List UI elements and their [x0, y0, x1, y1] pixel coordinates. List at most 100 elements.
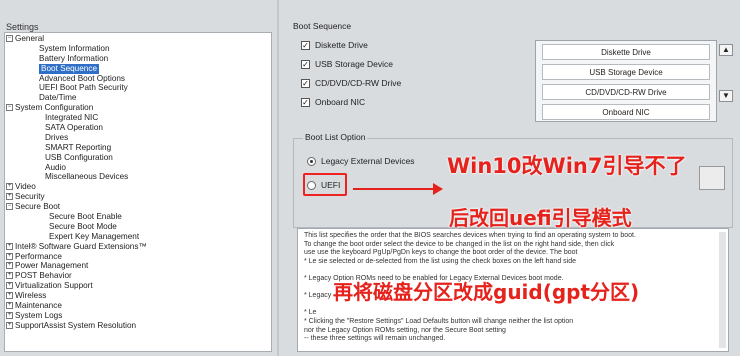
- collapse-icon[interactable]: −: [6, 35, 13, 42]
- expand-icon[interactable]: +: [6, 262, 13, 270]
- expand-icon[interactable]: +: [6, 272, 13, 280]
- description-line: use use the keyboard PgUp/PgDn keys to c…: [304, 249, 578, 257]
- tree-item[interactable]: + Security: [5, 192, 271, 202]
- tree-item[interactable]: − Secure Boot: [5, 202, 271, 212]
- expand-icon[interactable]: +: [6, 302, 13, 310]
- boot-order-list[interactable]: Diskette Drive USB Storage Device CD/DVD…: [535, 40, 717, 122]
- device-label: Onboard NIC: [315, 97, 366, 107]
- description-line: To change the boot order select the devi…: [304, 240, 615, 248]
- description-line: * Le sie selected or de-selected from th…: [304, 257, 576, 265]
- radio-selected-icon[interactable]: [307, 156, 316, 166]
- tree-item[interactable]: − System Configuration: [5, 103, 271, 113]
- checkbox-icon[interactable]: ✓: [301, 78, 310, 88]
- description-scrollbar[interactable]: [719, 232, 726, 348]
- red-arrow-icon: [353, 183, 443, 195]
- tree-item-label: Expert Key Management: [49, 231, 140, 241]
- tree-item-label: SupportAssist System Resolution: [15, 320, 137, 330]
- expand-icon[interactable]: +: [6, 193, 13, 201]
- radio-label: Legacy External Devices: [321, 156, 415, 166]
- annotation-line-1: Win10改Win7引导不了: [447, 154, 687, 178]
- expand-icon[interactable]: +: [6, 321, 13, 329]
- tree-item-label: Wireless: [15, 291, 47, 301]
- tree-item[interactable]: Expert Key Management: [5, 232, 271, 242]
- device-checkbox-diskette[interactable]: ✓ Diskette Drive: [301, 38, 368, 52]
- tree-item[interactable]: + Power Management: [5, 261, 271, 271]
- boot-order-item[interactable]: CD/DVD/CD-RW Drive: [542, 84, 710, 100]
- tree-item-label: System Information: [39, 43, 110, 53]
- boot-order-item[interactable]: Onboard NIC: [542, 104, 710, 120]
- tree-item[interactable]: Battery Information: [5, 54, 271, 64]
- tree-item-label: Intel® Software Guard Extensions™: [15, 241, 147, 251]
- tree-item[interactable]: Miscellaneous Devices: [5, 172, 271, 182]
- tree-item[interactable]: System Information: [5, 44, 271, 54]
- tree-item[interactable]: + POST Behavior: [5, 271, 271, 281]
- device-checkbox-usb[interactable]: ✓ USB Storage Device: [301, 57, 393, 71]
- tree-item-label: Audio: [45, 162, 66, 172]
- tree-item[interactable]: Drives: [5, 133, 271, 143]
- device-label: USB Storage Device: [315, 59, 393, 69]
- tree-item[interactable]: + Wireless: [5, 291, 271, 301]
- tree-item[interactable]: + System Logs: [5, 311, 271, 321]
- tree-item[interactable]: SMART Reporting: [5, 143, 271, 153]
- device-label: Diskette Drive: [315, 40, 368, 50]
- tree-item[interactable]: Secure Boot Mode: [5, 222, 271, 232]
- tree-item-label: Integrated NIC: [45, 113, 99, 123]
- tree-item-label: Virtualization Support: [15, 281, 93, 291]
- expand-icon[interactable]: +: [6, 292, 13, 300]
- device-label: CD/DVD/CD-RW Drive: [315, 78, 402, 88]
- uefi-highlight-box: [303, 173, 347, 196]
- device-checkbox-nic[interactable]: ✓ Onboard NIC: [301, 95, 365, 109]
- tree-item[interactable]: Boot Sequence: [5, 63, 271, 74]
- settings-title: Settings: [6, 22, 39, 32]
- tree-item-label: Miscellaneous Devices: [45, 172, 129, 182]
- tree-item-label: Video: [15, 182, 36, 192]
- tree-item-label: Secure Boot: [15, 202, 61, 212]
- collapse-icon[interactable]: −: [6, 203, 13, 211]
- tree-item-label: Battery Information: [39, 53, 109, 63]
- tree-item-label: Security: [15, 192, 45, 202]
- tree-item[interactable]: Date/Time: [5, 93, 271, 103]
- tree-list: − General System Information Battery Inform…: [5, 33, 271, 331]
- tree-item[interactable]: Audio: [5, 163, 271, 173]
- tree-item-label: Drives: [45, 132, 69, 142]
- collapse-icon[interactable]: −: [6, 104, 13, 112]
- description-line: [304, 344, 722, 351]
- expand-icon[interactable]: +: [6, 252, 13, 260]
- move-down-button[interactable]: ▼: [719, 90, 733, 102]
- tree-item[interactable]: UEFI Boot Path Security: [5, 83, 271, 93]
- checkbox-icon[interactable]: ✓: [301, 97, 310, 107]
- tree-item-label: Secure Boot Enable: [49, 212, 122, 222]
- tree-item[interactable]: + Video: [5, 182, 271, 192]
- expand-icon[interactable]: +: [6, 183, 13, 191]
- annotation-line-3: 再将磁盘分区改成guid(gpt分区): [333, 280, 640, 304]
- radio-legacy-external[interactable]: Legacy External Devices: [307, 156, 415, 166]
- tree-item-label: System Configuration: [15, 103, 94, 113]
- expand-icon[interactable]: +: [6, 311, 13, 319]
- tree-item[interactable]: SATA Operation: [5, 123, 271, 133]
- tree-item[interactable]: Integrated NIC: [5, 113, 271, 123]
- description-line: nor the Legacy Option ROMs setting, nor …: [304, 326, 506, 334]
- tree-item[interactable]: + Performance: [5, 252, 271, 262]
- checkbox-icon[interactable]: ✓: [301, 40, 310, 50]
- boot-list-option-title: Boot List Option: [303, 132, 368, 142]
- panel-divider: [277, 0, 279, 356]
- device-checkbox-cdrom[interactable]: ✓ CD/DVD/CD-RW Drive: [301, 76, 401, 90]
- boot-order-item[interactable]: USB Storage Device: [542, 64, 710, 80]
- expand-icon[interactable]: +: [6, 242, 13, 250]
- order-arrow-buttons: ▲ ▼: [719, 44, 733, 136]
- tree-item[interactable]: + Maintenance: [5, 301, 271, 311]
- expand-icon[interactable]: +: [6, 282, 13, 290]
- tree-item[interactable]: + Virtualization Support: [5, 281, 271, 291]
- move-up-button[interactable]: ▲: [719, 44, 733, 56]
- tree-item-label: UEFI Boot Path Security: [39, 83, 128, 93]
- tree-item[interactable]: USB Configuration: [5, 153, 271, 163]
- hidden-button[interactable]: [699, 166, 725, 190]
- tree-item[interactable]: Secure Boot Enable: [5, 212, 271, 222]
- tree-item[interactable]: + Intel® Software Guard Extensions™: [5, 242, 271, 252]
- tree-item[interactable]: − General: [5, 34, 271, 44]
- tree-item[interactable]: Advanced Boot Options: [5, 74, 271, 84]
- boot-order-item[interactable]: Diskette Drive: [542, 44, 710, 60]
- tree-item[interactable]: + SupportAssist System Resolution: [5, 321, 271, 331]
- description-line: * Le: [304, 309, 317, 317]
- checkbox-icon[interactable]: ✓: [301, 59, 310, 69]
